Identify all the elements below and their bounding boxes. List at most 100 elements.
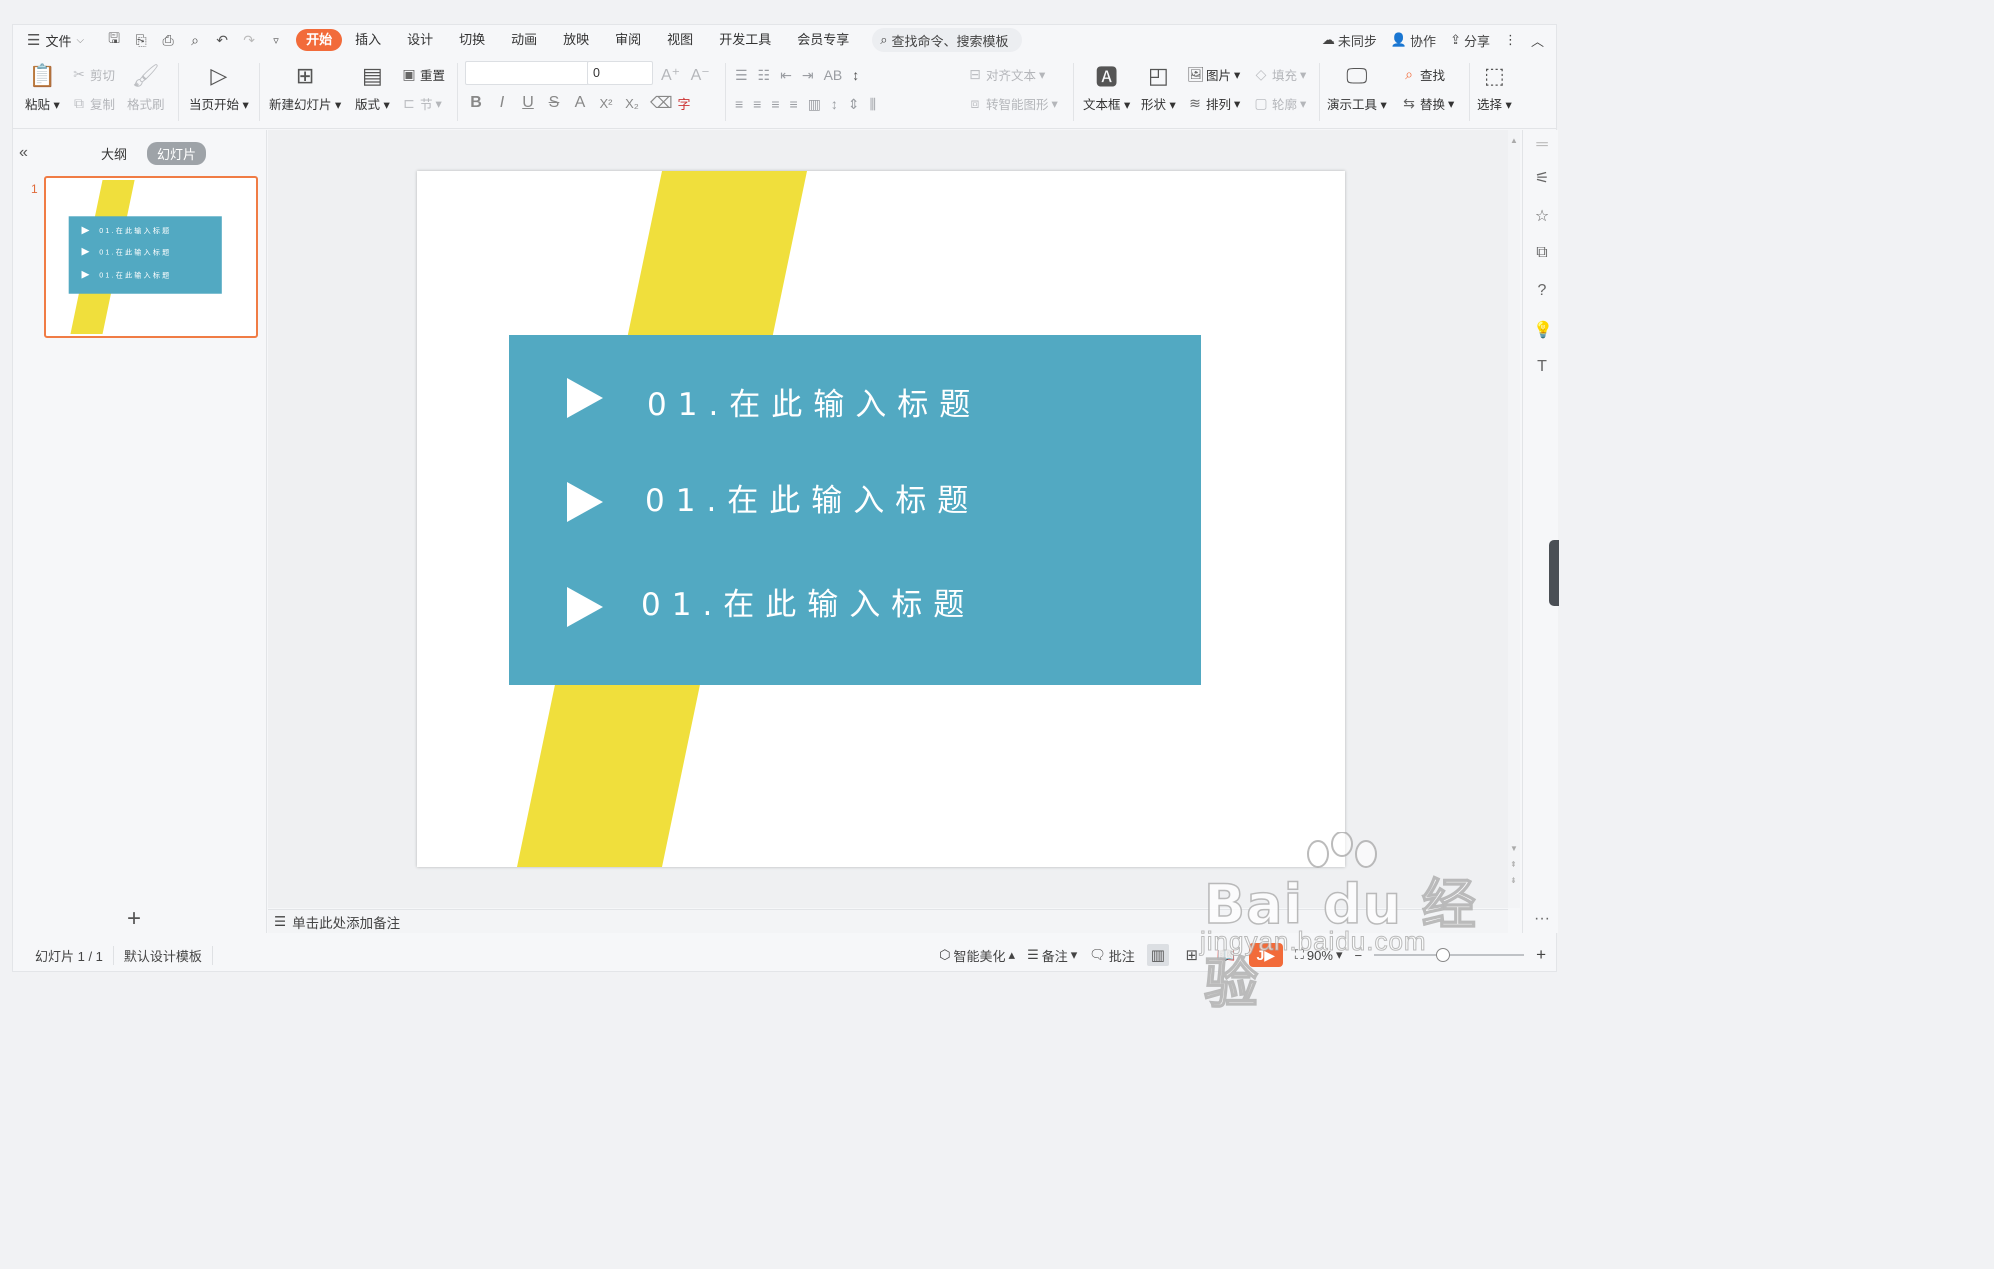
decrease-indent-icon[interactable]: ⇤ [780, 67, 792, 84]
find-button[interactable]: ⌕ 查找 [1401, 65, 1445, 84]
next-slide-icon[interactable]: ⇟ [1510, 876, 1517, 885]
bullet-list-icon[interactable]: ☰ [735, 67, 748, 84]
zoom-out-icon[interactable]: − [1354, 948, 1362, 963]
redo-icon[interactable]: ↷ [241, 32, 257, 49]
properties-icon[interactable]: ⚟ [1533, 168, 1551, 188]
help-icon[interactable]: ? [1533, 282, 1551, 300]
smart-art-button[interactable]: ⧈ 转智能图形 ▾ [967, 94, 1058, 113]
subscript-icon[interactable]: X₂ [624, 96, 640, 111]
slide[interactable]: 01.在此输入标题 01.在此输入标题 01.在此输入标题 [417, 171, 1345, 867]
print-preview-icon[interactable]: ⌕ [187, 32, 203, 49]
columns-icon[interactable]: ⫼ [870, 96, 876, 113]
beautify-button[interactable]: ⬡ 智能美化 ▴ [939, 946, 1015, 965]
distribute-icon[interactable]: ▥ [808, 96, 821, 113]
bold-icon[interactable]: B [468, 94, 484, 112]
fill-button[interactable]: ◇ 填充 ▾ [1253, 65, 1307, 84]
notes-toggle[interactable]: ☰ 备注 ▾ [1027, 946, 1077, 965]
normal-view-icon[interactable]: ▥ [1146, 944, 1169, 966]
section-button[interactable]: ⊏ 节 ▾ [401, 94, 442, 113]
font-color-icon[interactable]: A [572, 94, 588, 112]
sidebar-handle[interactable] [1549, 540, 1559, 606]
picture-button[interactable]: 🖼 图片 ▾ [1187, 65, 1240, 84]
transition-icon[interactable]: ⧉ [1533, 244, 1551, 262]
lightbulb-icon[interactable]: 💡 [1533, 320, 1553, 340]
tab-outline[interactable]: 大纲 [91, 142, 137, 165]
sort-icon[interactable]: ↕ [852, 67, 859, 84]
scroll-down-icon[interactable]: ▼ [1510, 844, 1518, 853]
tab-animations[interactable]: 动画 [498, 29, 550, 51]
save-icon[interactable]: 🖫 [106, 28, 122, 52]
copy-button[interactable]: ⧉ 复制 [71, 94, 115, 113]
text-icon[interactable]: T [1533, 358, 1551, 376]
arrange-button[interactable]: ≋ 排列 ▾ [1187, 94, 1240, 113]
undo-icon[interactable]: ↶ [214, 32, 230, 49]
collapse-ribbon-icon[interactable]: ︿ [1531, 31, 1544, 50]
line-spacing-icon[interactable]: ↕ [831, 96, 838, 113]
share-button[interactable]: ⇪ 分享 [1450, 31, 1490, 50]
cut-button[interactable]: ✂ 剪切 [71, 65, 115, 84]
tab-member[interactable]: 会员专享 [784, 29, 862, 51]
superscript-icon[interactable]: X² [598, 96, 614, 111]
command-search[interactable]: ⌕ 查找命令、搜索模板 [872, 28, 1023, 52]
strikethrough-icon[interactable]: S [546, 94, 562, 112]
tab-home[interactable]: 开始 [296, 29, 343, 51]
font-grow-shrink[interactable]: A⁺ A⁻ [661, 65, 710, 85]
prev-slide-icon[interactable]: ⇞ [1510, 860, 1517, 869]
justify-icon[interactable]: ≡ [790, 96, 798, 113]
font-family-select[interactable] [465, 61, 589, 85]
zoom-in-icon[interactable]: + [1536, 945, 1546, 965]
vertical-scrollbar[interactable]: ▲ ▼ ⇞ ⇟ [1508, 130, 1520, 908]
reset-button[interactable]: ▣ 重置 [401, 65, 445, 84]
layout-button[interactable]: ▤ 版式 ▾ [355, 61, 390, 113]
tab-design[interactable]: 设计 [394, 29, 446, 51]
export-icon[interactable]: ⎘ [133, 32, 149, 49]
more-icon[interactable]: ··· [1533, 910, 1551, 928]
tab-review[interactable]: 审阅 [602, 29, 654, 51]
zoom-slider-knob[interactable] [1436, 948, 1451, 962]
align-center-icon[interactable]: ≡ [753, 96, 761, 113]
align-right-icon[interactable]: ≡ [771, 96, 779, 113]
play-current-button[interactable]: ▷ 当页开始 ▾ [189, 61, 249, 113]
outline-button[interactable]: ▢ 轮廓 ▾ [1253, 94, 1306, 113]
tab-developer[interactable]: 开发工具 [706, 29, 784, 51]
add-slide-icon[interactable]: + [127, 905, 141, 933]
font-grow-icon[interactable]: A⁺ [661, 65, 680, 85]
eraser-icon[interactable]: ⌫ [650, 93, 673, 113]
shape-button[interactable]: ◰ 形状 ▾ [1141, 61, 1176, 113]
notes-area[interactable]: ☰ 单击此处添加备注 [268, 909, 1508, 933]
collaborate-button[interactable]: 👤 协作 [1391, 31, 1436, 50]
text-direction-icon[interactable]: AB [824, 67, 843, 84]
italic-icon[interactable]: I [494, 94, 510, 112]
text-box-button[interactable]: 🅰 文本框 ▾ [1083, 61, 1130, 113]
fit-zoom-button[interactable]: ⛶ 90% ▾ [1295, 947, 1343, 963]
replace-button[interactable]: ⇆ 替换 ▾ [1401, 94, 1454, 113]
underline-icon[interactable]: U [520, 94, 536, 112]
font-shrink-icon[interactable]: A⁻ [691, 65, 710, 85]
item-title[interactable]: 01.在此输入标题 [645, 483, 979, 519]
customize-toolbar-icon[interactable]: ▿ [268, 34, 284, 47]
sorter-view-icon[interactable]: ⊞ [1181, 944, 1203, 966]
new-slide-button[interactable]: ⊞ 新建幻灯片 ▾ [269, 61, 341, 113]
scroll-up-icon[interactable]: ▲ [1510, 136, 1518, 145]
format-painter-button[interactable]: 🖌 格式刷 [127, 61, 165, 113]
item-title[interactable]: 01.在此输入标题 [641, 587, 975, 623]
present-tools-button[interactable]: 🖵 演示工具 ▾ [1327, 61, 1387, 113]
file-menu[interactable]: ☰ 文件 ⌵ [27, 31, 84, 50]
font-size-select[interactable]: 0 [587, 61, 653, 85]
tab-view[interactable]: 视图 [654, 29, 706, 51]
select-button[interactable]: ⬚ 选择 ▾ [1477, 61, 1512, 113]
more-icon[interactable]: ⋮ [1504, 32, 1517, 48]
animation-icon[interactable]: ☆ [1533, 206, 1551, 226]
print-icon[interactable]: ⎙ [160, 32, 176, 49]
align-left-icon[interactable]: ≡ [735, 96, 743, 113]
reading-view-icon[interactable]: 📖 [1215, 944, 1237, 966]
numbered-list-icon[interactable]: ☷ [758, 67, 771, 84]
tab-insert[interactable]: 插入 [342, 29, 394, 51]
item-title[interactable]: 01.在此输入标题 [647, 387, 981, 423]
tab-transitions[interactable]: 切换 [446, 29, 498, 51]
collapse-panel-icon[interactable]: « [19, 144, 28, 162]
increase-indent-icon[interactable]: ⇥ [802, 67, 814, 84]
template-name[interactable]: 默认设计模板 [114, 945, 213, 965]
phonetic-icon[interactable]: 字 [676, 94, 692, 113]
zoom-slider[interactable] [1374, 948, 1525, 962]
